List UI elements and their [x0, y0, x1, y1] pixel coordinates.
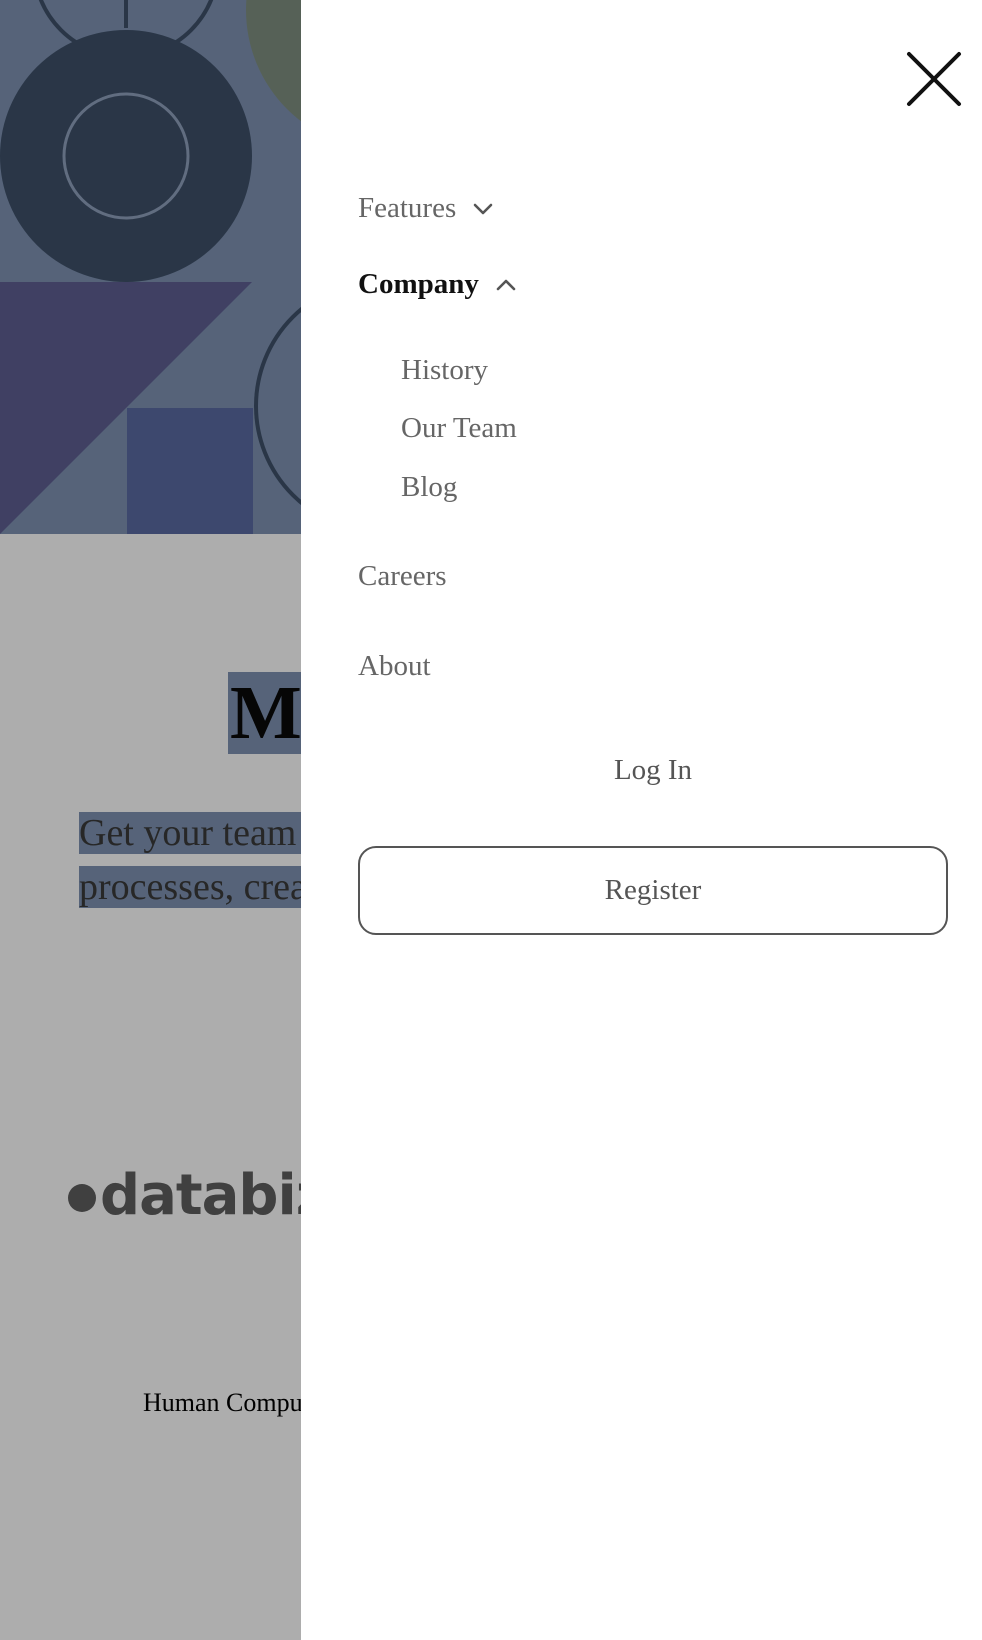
menu-item-features[interactable]: Features — [358, 192, 494, 225]
close-menu-button[interactable] — [903, 48, 965, 110]
submenu-item-our-team[interactable]: Our Team — [401, 412, 517, 445]
register-button[interactable]: Register — [358, 846, 948, 935]
chevron-up-icon — [495, 274, 517, 296]
submenu-item-history[interactable]: History — [401, 354, 488, 387]
submenu-item-blog[interactable]: Blog — [401, 471, 457, 504]
close-icon — [907, 52, 961, 106]
login-link[interactable]: Log In — [358, 754, 948, 787]
mobile-menu-drawer: Features Company History Our Team Blog C… — [301, 0, 982, 1640]
chevron-down-icon — [472, 198, 494, 220]
menu-item-label: Company — [358, 268, 479, 300]
menu-item-company[interactable]: Company — [358, 268, 517, 301]
menu-item-label: Careers — [358, 560, 447, 592]
menu-item-label: About — [358, 650, 431, 682]
menu-item-label: Features — [358, 192, 457, 224]
menu-item-about[interactable]: About — [358, 650, 431, 683]
menu-item-careers[interactable]: Careers — [358, 560, 447, 593]
